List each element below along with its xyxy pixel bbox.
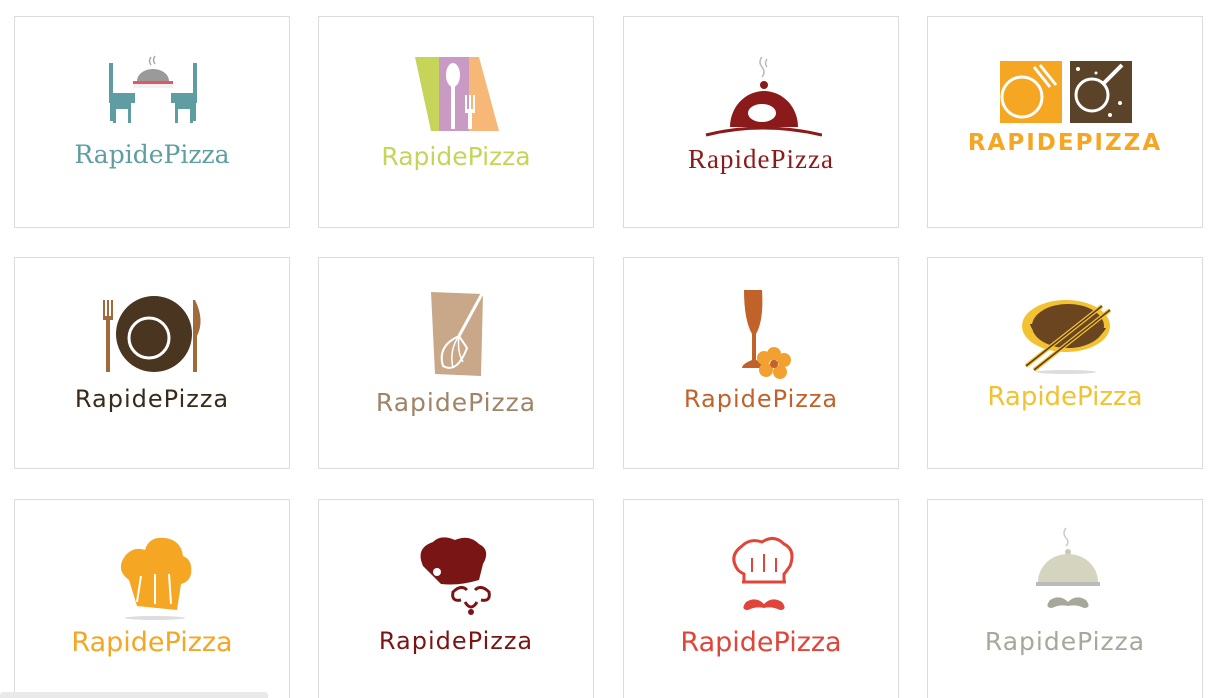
brand-name: RapidePizza	[688, 144, 834, 174]
bowl-chopsticks-icon	[1022, 300, 1112, 374]
logo-card-4[interactable]: RAPIDEPIZZA	[927, 16, 1203, 228]
logo-card-5[interactable]: RapidePizza	[14, 257, 290, 469]
logo-card-6[interactable]: RapidePizza	[318, 257, 594, 469]
logo-card-2[interactable]: RapidePizza	[318, 16, 594, 228]
brand-name: RapidePizza	[984, 627, 1146, 656]
chef-outline-mustache-icon	[732, 537, 794, 610]
logo-card-8[interactable]: RapidePizza	[927, 257, 1203, 469]
logo-card-1[interactable]: RapidePizza	[14, 16, 290, 228]
wine-glass-flower-icon	[742, 290, 791, 379]
brand-name: RapidePizza	[74, 140, 230, 169]
cloche-chicken-icon	[705, 56, 822, 137]
whisk-icon	[431, 291, 485, 376]
brand-name: RapidePizza	[680, 627, 842, 658]
logo-grid: RapidePizza RapidePizza RapidePizza RAPI…	[0, 0, 1228, 698]
chef-hat-icon	[120, 537, 192, 620]
logo-card-11[interactable]: RapidePizza	[623, 499, 899, 698]
dining-table-chairs-icon	[109, 55, 197, 123]
horizontal-scrollbar[interactable]	[0, 692, 268, 698]
brand-name: RapidePizza	[381, 142, 531, 171]
brand-name: RapidePizza	[375, 388, 537, 417]
brand-name: RapidePizza	[378, 627, 534, 655]
logo-card-9[interactable]: RapidePizza	[14, 499, 290, 698]
logo-card-12[interactable]: RapidePizza	[927, 499, 1203, 698]
brand-name: RapidePizza	[987, 382, 1143, 412]
plate-pan-squares-icon	[1000, 61, 1132, 123]
spoon-fork-panels-icon	[415, 57, 499, 131]
brand-name: RapidePizza	[71, 627, 233, 658]
cloche-mustache-icon	[1036, 527, 1100, 608]
brand-name: RAPIDEPIZZA	[967, 130, 1163, 156]
chef-hat-mustache-icon	[420, 537, 491, 615]
logo-card-10[interactable]: RapidePizza	[318, 499, 594, 698]
brand-name: RapidePizza	[74, 385, 230, 413]
plate-fork-knife-icon	[103, 296, 201, 372]
brand-name: RapidePizza	[683, 385, 839, 413]
logo-card-7[interactable]: RapidePizza	[623, 257, 899, 469]
logo-card-3[interactable]: RapidePizza	[623, 16, 899, 228]
